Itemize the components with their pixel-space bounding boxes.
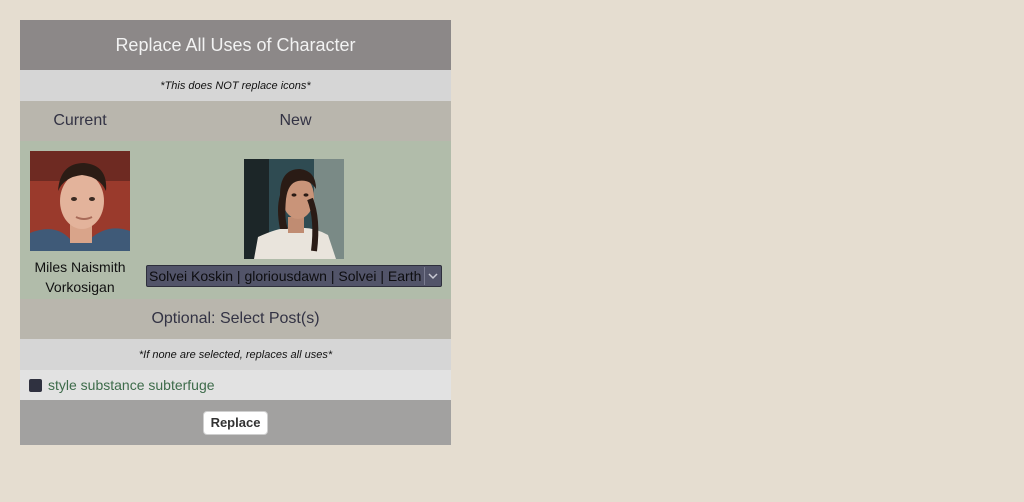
icons-note-text: *This does NOT replace icons* [160,79,311,92]
current-character-name: Miles Naismith Vorkosigan [34,259,126,295]
new-character-avatar [244,159,344,259]
panel-title: Replace All Uses of Character [115,34,356,55]
new-character-select[interactable]: Solvei Koskin | gloriousdawn | Solvei | … [146,265,442,287]
post-link[interactable]: style substance subterfuge [48,377,215,393]
post-row: style substance subterfuge [20,370,451,400]
column-headers: Current New [20,101,451,141]
current-character-cell: Miles Naismith Vorkosigan [20,141,140,299]
posts-note: *If none are selected, replaces all uses… [20,339,451,370]
current-column-header: Current [53,112,107,129]
optional-posts-header: Optional: Select Post(s) [20,299,451,339]
icons-note: *This does NOT replace icons* [20,70,451,101]
replace-button[interactable]: Replace [202,410,269,435]
post-checkbox[interactable] [29,378,42,392]
new-character-select-value: Solvei Koskin | gloriousdawn | Solvei | … [149,268,422,284]
replace-character-panel: Replace All Uses of Character *This does… [20,20,451,445]
panel-header: Replace All Uses of Character [20,20,451,70]
optional-posts-label: Optional: Select Post(s) [151,310,320,327]
chevron-down-icon [424,267,441,285]
character-row: Miles Naismith Vorkosigan Solvei Koskin … [20,141,451,299]
posts-note-text: *If none are selected, replaces all uses… [138,348,333,361]
panel-footer: Replace [20,400,451,445]
new-column-header: New [279,112,312,129]
new-character-cell: Solvei Koskin | gloriousdawn | Solvei | … [140,141,451,299]
current-character-avatar [30,151,130,251]
